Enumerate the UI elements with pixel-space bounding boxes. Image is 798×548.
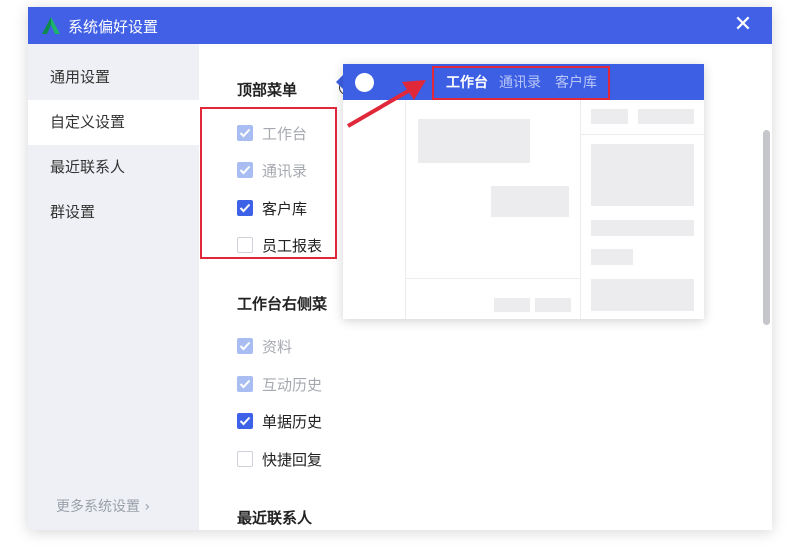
checkbox-label: 快捷回复 <box>262 451 323 469</box>
highlight-box-options <box>200 107 337 259</box>
preview-placeholder <box>591 220 694 236</box>
checkbox-label: 资料 <box>262 338 293 356</box>
sidebar-item-custom[interactable]: 自定义设置 <box>28 100 199 145</box>
preview-placeholder <box>591 109 628 124</box>
red-arrow-icon <box>346 80 426 128</box>
preview-placeholder <box>591 144 694 206</box>
sidebar-item-general[interactable]: 通用设置 <box>28 55 199 100</box>
preview-divider <box>405 100 406 319</box>
preview-divider <box>580 100 581 319</box>
preview-placeholder <box>535 298 571 312</box>
preview-placeholder <box>638 109 694 124</box>
app-logo-icon <box>42 17 60 34</box>
preview-placeholder <box>494 298 530 312</box>
more-settings-link[interactable]: 更多系统设置 › <box>56 496 150 516</box>
title-bar: 系统偏好设置 ✕ <box>28 7 772 44</box>
close-button[interactable]: ✕ <box>730 12 756 38</box>
preview-placeholder <box>591 279 694 311</box>
checkbox-icon[interactable] <box>237 413 253 429</box>
window-title: 系统偏好设置 <box>68 18 159 36</box>
preview-placeholder <box>591 249 633 265</box>
scrollbar[interactable] <box>763 130 770 325</box>
checkbox-icon <box>237 376 253 392</box>
workbench-right-menu-title: 工作台右侧菜 <box>237 295 328 313</box>
preview-message-bubble <box>491 186 569 217</box>
checkbox-icon[interactable] <box>237 451 253 467</box>
preview-divider <box>405 278 580 279</box>
checkbox-label: 互动历史 <box>262 376 323 394</box>
checkbox-icon <box>237 338 253 354</box>
sidebar: 通用设置 自定义设置 最近联系人 群设置 更多系统设置 › <box>28 44 199 530</box>
top-menu-title: 顶部菜单 <box>237 81 298 99</box>
recent-contacts-title: 最近联系人 <box>237 509 313 527</box>
preview-divider <box>580 134 704 135</box>
sidebar-item-recent-contacts[interactable]: 最近联系人 <box>28 145 199 190</box>
highlight-box-tabs <box>432 66 610 100</box>
sidebar-item-group[interactable]: 群设置 <box>28 190 199 235</box>
checkbox-label: 单据历史 <box>262 413 323 431</box>
